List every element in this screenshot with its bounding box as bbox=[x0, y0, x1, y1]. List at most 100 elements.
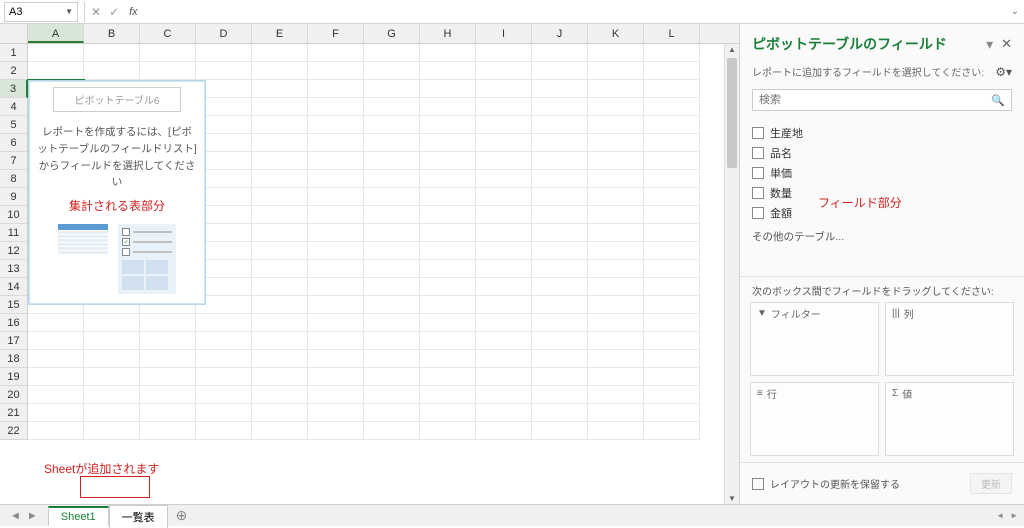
cell[interactable] bbox=[420, 368, 476, 386]
cell[interactable] bbox=[364, 134, 420, 152]
cell[interactable] bbox=[588, 350, 644, 368]
cell[interactable] bbox=[476, 278, 532, 296]
expand-formula-icon[interactable]: ⌄ bbox=[1006, 6, 1024, 17]
cell[interactable] bbox=[252, 188, 308, 206]
cell[interactable] bbox=[308, 116, 364, 134]
cell[interactable] bbox=[588, 314, 644, 332]
cell[interactable] bbox=[420, 98, 476, 116]
cell[interactable] bbox=[84, 62, 140, 80]
cell[interactable] bbox=[476, 260, 532, 278]
cell[interactable] bbox=[532, 350, 588, 368]
cell[interactable] bbox=[532, 224, 588, 242]
cell[interactable] bbox=[140, 62, 196, 80]
formula-input[interactable] bbox=[144, 2, 1006, 22]
hscroll-left-icon[interactable]: ◄ bbox=[996, 511, 1004, 520]
cell[interactable] bbox=[476, 98, 532, 116]
field-item[interactable]: 品名 bbox=[752, 143, 1012, 163]
cell[interactable] bbox=[420, 422, 476, 440]
cell[interactable] bbox=[84, 386, 140, 404]
row-header[interactable]: 16 bbox=[0, 314, 28, 332]
cell[interactable] bbox=[420, 188, 476, 206]
spreadsheet-grid[interactable]: A B C D E F G H I J K L 1234567891011121… bbox=[0, 24, 739, 504]
cell[interactable] bbox=[364, 422, 420, 440]
cell[interactable] bbox=[196, 350, 252, 368]
cell[interactable] bbox=[308, 170, 364, 188]
cell[interactable] bbox=[364, 152, 420, 170]
cell[interactable] bbox=[364, 386, 420, 404]
row-header[interactable]: 12 bbox=[0, 242, 28, 260]
select-all-corner[interactable] bbox=[0, 24, 28, 43]
cell[interactable] bbox=[252, 170, 308, 188]
cell[interactable] bbox=[644, 404, 700, 422]
cell[interactable] bbox=[364, 260, 420, 278]
cell[interactable] bbox=[532, 386, 588, 404]
cell[interactable] bbox=[196, 62, 252, 80]
col-header[interactable]: B bbox=[84, 24, 140, 43]
cell[interactable] bbox=[364, 350, 420, 368]
cell[interactable] bbox=[588, 80, 644, 98]
row-header[interactable]: 10 bbox=[0, 206, 28, 224]
cell[interactable] bbox=[532, 314, 588, 332]
cell[interactable] bbox=[476, 44, 532, 62]
cell[interactable] bbox=[196, 386, 252, 404]
cell[interactable] bbox=[308, 404, 364, 422]
cell[interactable] bbox=[364, 116, 420, 134]
cell[interactable] bbox=[308, 422, 364, 440]
cell[interactable] bbox=[532, 98, 588, 116]
col-header[interactable]: H bbox=[420, 24, 476, 43]
row-header[interactable]: 19 bbox=[0, 368, 28, 386]
cell[interactable] bbox=[308, 296, 364, 314]
cell[interactable] bbox=[364, 368, 420, 386]
checkbox[interactable] bbox=[752, 207, 764, 219]
cell[interactable] bbox=[196, 422, 252, 440]
col-header[interactable]: J bbox=[532, 24, 588, 43]
cell[interactable] bbox=[588, 404, 644, 422]
cell[interactable] bbox=[84, 332, 140, 350]
panel-minimize-icon[interactable]: ▾ bbox=[986, 36, 993, 53]
cell[interactable] bbox=[588, 62, 644, 80]
row-header[interactable]: 17 bbox=[0, 332, 28, 350]
cell[interactable] bbox=[140, 332, 196, 350]
cell[interactable] bbox=[476, 170, 532, 188]
filter-drop-area[interactable]: ▼フィルター bbox=[750, 302, 879, 376]
row-header[interactable]: 9 bbox=[0, 188, 28, 206]
field-search[interactable]: 🔍 bbox=[752, 89, 1012, 111]
tab-prev-icon[interactable]: ◄ bbox=[10, 510, 21, 522]
cell[interactable] bbox=[308, 350, 364, 368]
cell[interactable] bbox=[140, 314, 196, 332]
horizontal-scrollbar[interactable] bbox=[199, 510, 984, 522]
cell[interactable] bbox=[532, 152, 588, 170]
cell[interactable] bbox=[588, 170, 644, 188]
confirm-icon[interactable]: ✓ bbox=[109, 5, 119, 19]
cell[interactable] bbox=[308, 278, 364, 296]
close-icon[interactable]: ✕ bbox=[1001, 36, 1012, 52]
row-header[interactable]: 6 bbox=[0, 134, 28, 152]
cell[interactable] bbox=[420, 62, 476, 80]
cell[interactable] bbox=[588, 134, 644, 152]
row-header[interactable]: 4 bbox=[0, 98, 28, 116]
cell[interactable] bbox=[364, 188, 420, 206]
cell[interactable] bbox=[252, 386, 308, 404]
cell[interactable] bbox=[588, 224, 644, 242]
cell[interactable] bbox=[196, 404, 252, 422]
cell[interactable] bbox=[476, 386, 532, 404]
row-header[interactable]: 18 bbox=[0, 350, 28, 368]
cell[interactable] bbox=[532, 242, 588, 260]
cell[interactable] bbox=[476, 206, 532, 224]
other-tables-link[interactable]: その他のテーブル... bbox=[740, 225, 1024, 252]
sheet-tab-sheet1[interactable]: Sheet1 bbox=[48, 506, 109, 526]
cell[interactable] bbox=[252, 224, 308, 242]
cell[interactable] bbox=[420, 134, 476, 152]
cell[interactable] bbox=[644, 62, 700, 80]
cell[interactable] bbox=[420, 170, 476, 188]
cell[interactable] bbox=[532, 80, 588, 98]
cell[interactable] bbox=[588, 44, 644, 62]
cell[interactable] bbox=[420, 44, 476, 62]
cell[interactable] bbox=[476, 350, 532, 368]
cell[interactable] bbox=[476, 242, 532, 260]
cell[interactable] bbox=[420, 278, 476, 296]
cell[interactable] bbox=[364, 278, 420, 296]
cell[interactable] bbox=[476, 332, 532, 350]
cell[interactable] bbox=[644, 116, 700, 134]
checkbox[interactable] bbox=[752, 167, 764, 179]
